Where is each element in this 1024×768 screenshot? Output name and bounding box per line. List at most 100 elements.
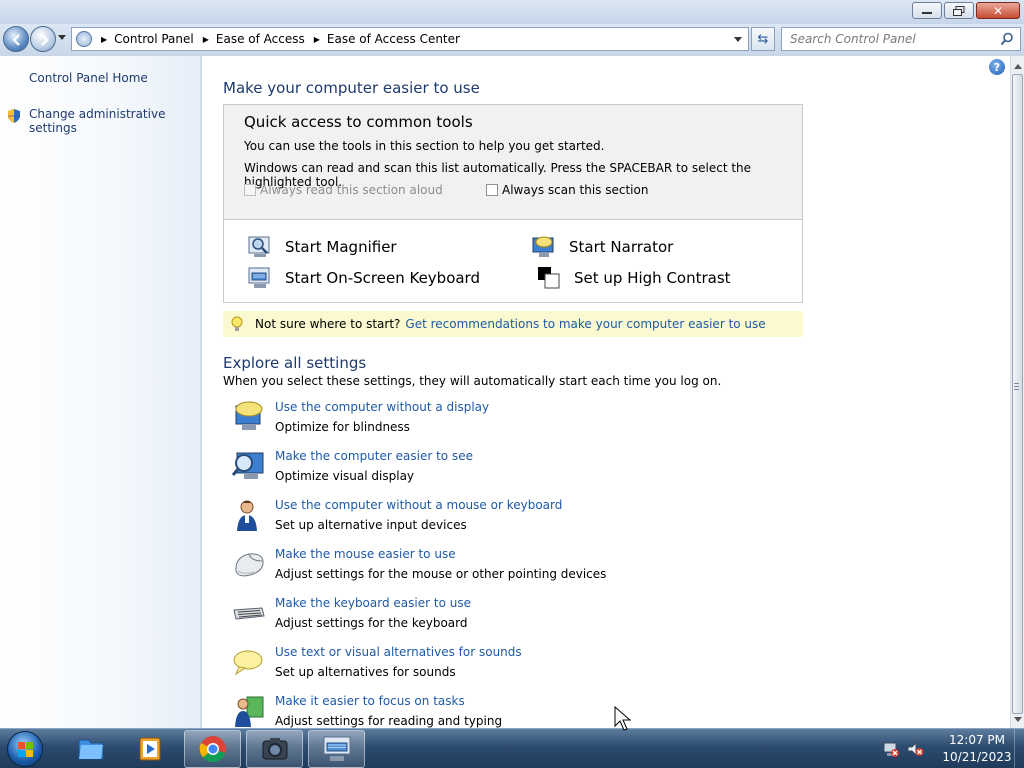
address-bar[interactable]: ▶ Control Panel ▶ Ease of Access ▶ Ease …: [71, 27, 749, 51]
refresh-icon: ⇆: [757, 31, 769, 47]
checkbox-box[interactable]: [486, 184, 498, 196]
volume-muted-icon[interactable]: [906, 740, 924, 758]
navigation-bar: ▶ Control Panel ▶ Ease of Access ▶ Ease …: [0, 24, 1024, 54]
taskbar-on-screen-keyboard[interactable]: [308, 730, 365, 768]
scroll-down-arrow-icon[interactable]: [1014, 717, 1022, 722]
tip-text: Not sure where to start?: [255, 317, 401, 331]
chevron-right-icon[interactable]: ▶: [101, 35, 107, 44]
person-icon: [237, 500, 257, 531]
always-read-checkbox[interactable]: Always read this section aloud: [244, 183, 443, 197]
keyboard-easier-link[interactable]: Make the keyboard easier to use: [275, 596, 471, 610]
always-scan-label: Always scan this section: [502, 183, 649, 197]
recommendation-tip: Not sure where to start? Get recommendat…: [223, 311, 803, 337]
shield-icon: [8, 109, 20, 123]
chevron-right-icon[interactable]: ▶: [203, 35, 209, 44]
change-administrative-settings-link[interactable]: Change administrative settings: [29, 107, 200, 135]
control-panel-icon: [76, 31, 92, 47]
speech-bubble-icon: [233, 650, 263, 676]
network-icon[interactable]: [882, 740, 900, 758]
search-icon[interactable]: [1000, 32, 1014, 46]
keyboard-icon: [233, 607, 265, 620]
keyboard-easier-desc: Adjust settings for the keyboard: [275, 616, 468, 630]
start-narrator-label: Start Narrator: [569, 238, 674, 256]
search-input[interactable]: [782, 28, 992, 50]
clock[interactable]: 12:07 PM 10/21/2023: [942, 732, 1012, 766]
start-magnifier-button[interactable]: Start Magnifier: [248, 235, 397, 259]
start-magnifier-label: Start Magnifier: [285, 238, 397, 256]
speech-monitor-icon: [235, 401, 263, 430]
help-button[interactable]: ?: [989, 59, 1005, 75]
high-contrast-icon: [538, 267, 560, 289]
always-scan-checkbox[interactable]: Always scan this section: [486, 183, 648, 197]
mouse-easier-link[interactable]: Make the mouse easier to use: [275, 547, 456, 561]
magnifier-icon: [248, 236, 270, 257]
control-panel-home-link[interactable]: Control Panel Home: [29, 71, 148, 85]
start-on-screen-keyboard-label: Start On-Screen Keyboard: [285, 269, 480, 287]
without-mouse-keyboard-link[interactable]: Use the computer without a mouse or keyb…: [275, 498, 562, 512]
sound-alternatives-desc: Set up alternatives for sounds: [275, 665, 456, 679]
forward-arrow-icon: [41, 34, 49, 46]
start-button[interactable]: [7, 731, 43, 767]
folder-icon: [78, 739, 103, 760]
always-read-label: Always read this section aloud: [260, 183, 443, 197]
setting-item: Make the keyboard easier to use Adjust s…: [232, 596, 732, 640]
refresh-button[interactable]: ⇆: [751, 27, 775, 51]
restore-button[interactable]: [944, 2, 974, 19]
breadcrumb-ease-of-access[interactable]: Ease of Access: [216, 32, 305, 46]
quick-access-title: Quick access to common tools: [244, 113, 473, 131]
recent-pages-dropdown[interactable]: [58, 35, 66, 40]
start-on-screen-keyboard-button[interactable]: Start On-Screen Keyboard: [248, 266, 480, 290]
checkbox-box[interactable]: [244, 184, 256, 196]
focus-tasks-desc: Adjust settings for reading and typing: [275, 714, 503, 728]
page-title: Make your computer easier to use: [223, 79, 480, 97]
address-dropdown-icon[interactable]: [734, 37, 742, 42]
taskbar-media-player[interactable]: [121, 730, 178, 768]
breadcrumb-ease-of-access-center[interactable]: Ease of Access Center: [327, 32, 460, 46]
back-arrow-icon: [12, 34, 20, 46]
focus-tasks-link[interactable]: Make it easier to focus on tasks: [275, 694, 465, 708]
camera-icon: [262, 738, 287, 760]
breadcrumb: ▶ Control Panel ▶ Ease of Access ▶ Ease …: [92, 32, 460, 46]
show-desktop-button[interactable]: [1014, 729, 1024, 768]
set-up-high-contrast-button[interactable]: Set up High Contrast: [537, 266, 731, 290]
get-recommendations-link[interactable]: Get recommendations to make your compute…: [405, 317, 765, 331]
easier-to-see-link[interactable]: Make the computer easier to see: [275, 449, 473, 463]
setting-item: Use the computer without a display Optim…: [232, 400, 732, 444]
use-without-display-link[interactable]: Use the computer without a display: [275, 400, 489, 414]
chrome-icon: [199, 736, 226, 763]
explore-all-settings-heading: Explore all settings: [223, 354, 367, 372]
search-box[interactable]: [781, 27, 1021, 51]
setting-item: Make it easier to focus on tasks Adjust …: [232, 694, 732, 728]
setting-item: Make the mouse easier to use Adjust sett…: [232, 547, 732, 591]
scroll-up-arrow-icon[interactable]: [1014, 64, 1022, 69]
back-button[interactable]: [3, 26, 29, 52]
main-content: Make your computer easier to use Quick a…: [202, 56, 1010, 728]
chevron-right-icon[interactable]: ▶: [314, 35, 320, 44]
scrollbar-grip-icon: [1014, 383, 1019, 390]
clock-time: 12:07 PM: [949, 733, 1005, 747]
taskbar-explorer[interactable]: [62, 730, 119, 768]
start-narrator-button[interactable]: Start Narrator: [532, 235, 673, 259]
media-player-icon: [139, 737, 160, 761]
use-without-display-desc: Optimize for blindness: [275, 420, 410, 434]
without-mouse-keyboard-desc: Set up alternative input devices: [275, 518, 467, 532]
minimize-button[interactable]: [912, 2, 942, 19]
close-button[interactable]: ✕: [976, 2, 1020, 19]
left-pane: Control Panel Home Change administrative…: [0, 56, 201, 728]
forward-button[interactable]: [30, 26, 56, 52]
easier-to-see-desc: Optimize visual display: [275, 469, 415, 483]
quick-access-panel: Quick access to common tools You can use…: [223, 104, 803, 303]
taskbar-chrome[interactable]: [184, 730, 241, 768]
restore-icon: [953, 5, 965, 16]
quick-access-header: Quick access to common tools You can use…: [224, 105, 802, 220]
breadcrumb-control-panel[interactable]: Control Panel: [114, 32, 194, 46]
scrollbar-thumb[interactable]: [1012, 74, 1023, 714]
setting-item: Use the computer without a mouse or keyb…: [232, 498, 732, 542]
taskbar: 12:07 PM 10/21/2023: [0, 728, 1024, 768]
taskbar-camera-app[interactable]: [246, 730, 303, 768]
setting-item: Use text or visual alternatives for soun…: [232, 645, 732, 689]
sound-alternatives-link[interactable]: Use text or visual alternatives for soun…: [275, 645, 522, 659]
vertical-scrollbar[interactable]: [1010, 56, 1024, 728]
narrator-icon: [532, 236, 554, 257]
magnify-monitor-icon: [232, 452, 264, 479]
